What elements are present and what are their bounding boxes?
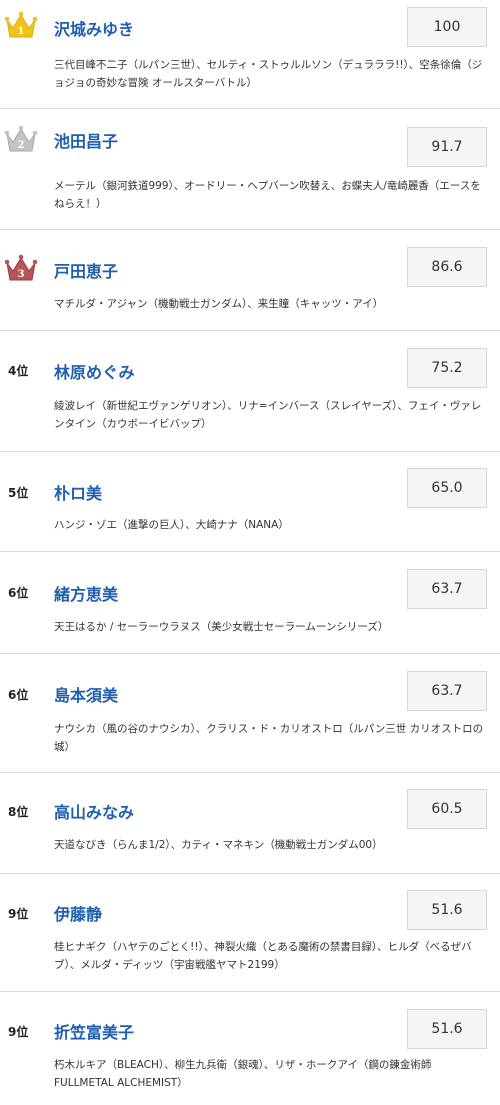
voice-actor-name-link[interactable]: 伊藤静	[54, 901, 102, 925]
score-box: 100	[407, 7, 487, 47]
list-item: 1 沢城みゆき 100 三代目峰不二子（ルパン三世）、セルティ・ストゥルルソン（…	[0, 0, 500, 109]
voice-actor-name-link[interactable]: 折笠富美子	[54, 1019, 134, 1043]
roles-description: 綾波レイ（新世紀エヴァンゲリオン）、リナ=インバース（スレイヤーズ）、フェイ・ヴ…	[54, 400, 482, 430]
list-item: 5位 朴ロ美 65.0 ハンジ・ゾエ（進撃の巨人）、大崎ナナ（NANA）	[0, 452, 500, 552]
score-box: 51.6	[407, 890, 487, 930]
svg-text:3: 3	[18, 269, 25, 280]
list-item: 8位 高山みなみ 60.5 天道なびき（らんま1/2）、カティ・マネキン（機動戦…	[0, 773, 500, 874]
list-item: 2 池田昌子 91.7 メーテル（銀河鉄道999）、オードリー・ヘプバーン吹替え…	[0, 109, 500, 230]
score-box: 60.5	[407, 789, 487, 829]
rank-label: 4位	[8, 364, 29, 378]
voice-actor-name-link[interactable]: 緒方恵美	[54, 581, 118, 605]
voice-actor-name-link[interactable]: 沢城みゆき	[54, 16, 134, 40]
list-item: 6位 島本須美 63.7 ナウシカ（風の谷のナウシカ）、クラリス・ド・カリオスト…	[0, 654, 500, 773]
rank-badge: 4位	[4, 360, 38, 379]
roles-description: 天王はるか / セーラーウラヌス（美少女戦士セーラームーンシリーズ）	[54, 621, 389, 633]
rank-badge: 2	[4, 122, 38, 156]
rank-badge: 8位	[4, 801, 38, 820]
svg-text:1: 1	[18, 26, 25, 37]
rank-label: 9位	[8, 907, 29, 921]
rank-badge: 9位	[4, 903, 38, 922]
roles-description: ハンジ・ゾエ（進撃の巨人）、大崎ナナ（NANA）	[54, 519, 289, 531]
roles-description: マチルダ・アジャン（機動戦士ガンダム）、来生瞳（キャッツ・アイ）	[54, 298, 384, 310]
score-box: 63.7	[407, 569, 487, 609]
score-box: 86.6	[407, 247, 487, 287]
bronze-crown-icon: 3	[4, 254, 38, 281]
voice-actor-name-link[interactable]: 林原めぐみ	[54, 359, 134, 383]
rank-label: 6位	[8, 688, 29, 702]
score-box: 63.7	[407, 671, 487, 711]
gold-crown-icon: 1	[4, 11, 38, 38]
rank-badge: 1	[4, 8, 38, 42]
roles-description: 朽木ルキア（BLEACH）、柳生九兵衛（銀魂）、リザ・ホークアイ（鋼の錬金術師 …	[54, 1059, 432, 1089]
rank-badge: 6位	[4, 684, 38, 703]
rank-label: 8位	[8, 805, 29, 819]
roles-description: 三代目峰不二子（ルパン三世）、セルティ・ストゥルルソン（デュラララ!!）、空条徐…	[54, 59, 483, 89]
svg-text:2: 2	[18, 140, 25, 151]
rank-badge: 9位	[4, 1021, 38, 1040]
rank-badge: 6位	[4, 582, 38, 601]
voice-actor-name-link[interactable]: 島本須美	[54, 682, 118, 706]
list-item: 3 戸田恵子 86.6 マチルダ・アジャン（機動戦士ガンダム）、来生瞳（キャッツ…	[0, 230, 500, 331]
voice-actor-name-link[interactable]: 高山みなみ	[54, 799, 134, 823]
rank-label: 6位	[8, 586, 29, 600]
list-item: 9位 伊藤静 51.6 桂ヒナギク（ハヤテのごとく!!）、神裂火織（とある魔術の…	[0, 874, 500, 992]
rank-badge: 5位	[4, 482, 38, 501]
score-box: 91.7	[407, 127, 487, 167]
list-item: 4位 林原めぐみ 75.2 綾波レイ（新世紀エヴァンゲリオン）、リナ=インバース…	[0, 331, 500, 452]
ranking-list: 1 沢城みゆき 100 三代目峰不二子（ルパン三世）、セルティ・ストゥルルソン（…	[0, 0, 500, 1105]
voice-actor-name-link[interactable]: 池田昌子	[54, 128, 118, 152]
score-box: 51.6	[407, 1009, 487, 1049]
rank-label: 5位	[8, 486, 29, 500]
voice-actor-name-link[interactable]: 朴ロ美	[54, 480, 102, 504]
score-box: 75.2	[407, 348, 487, 388]
roles-description: ナウシカ（風の谷のナウシカ）、クラリス・ド・カリオストロ（ルパン三世 カリオスト…	[54, 723, 484, 753]
score-box: 65.0	[407, 468, 487, 508]
roles-description: 天道なびき（らんま1/2）、カティ・マネキン（機動戦士ガンダム00）	[54, 839, 383, 851]
rank-label: 9位	[8, 1025, 29, 1039]
voice-actor-name-link[interactable]: 戸田恵子	[54, 258, 118, 282]
list-item: 9位 折笠富美子 51.6 朽木ルキア（BLEACH）、柳生九兵衛（銀魂）、リザ…	[0, 992, 500, 1105]
roles-description: メーテル（銀河鉄道999）、オードリー・ヘプバーン吹替え、お蝶夫人/竜崎麗香（エ…	[54, 180, 481, 210]
rank-badge: 3	[4, 251, 38, 285]
list-item: 6位 緒方恵美 63.7 天王はるか / セーラーウラヌス（美少女戦士セーラーム…	[0, 552, 500, 654]
roles-description: 桂ヒナギク（ハヤテのごとく!!）、神裂火織（とある魔術の禁書目録）、ヒルダ（べる…	[54, 941, 472, 971]
silver-crown-icon: 2	[4, 125, 38, 152]
